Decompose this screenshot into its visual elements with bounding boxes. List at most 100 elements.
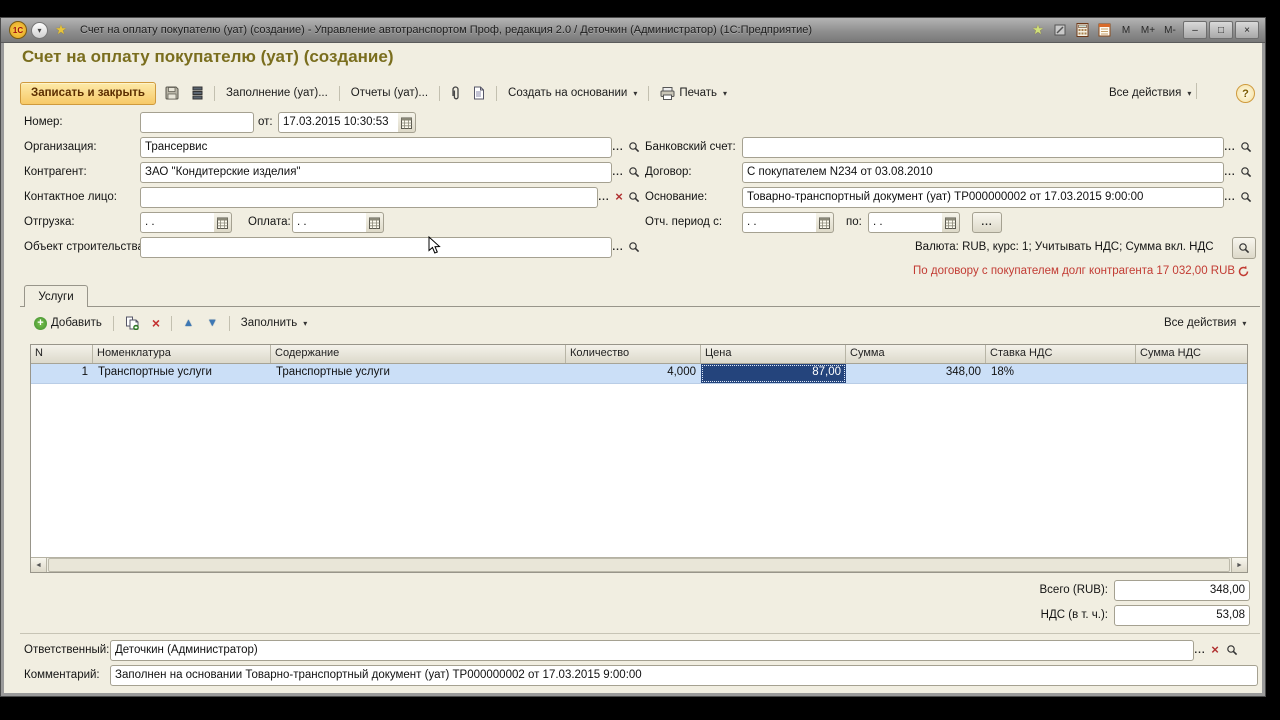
- responsible-input[interactable]: Деточкин (Администратор): [110, 640, 1194, 661]
- date-label: от:: [258, 116, 273, 128]
- add-row-button[interactable]: + Добавить: [30, 313, 106, 333]
- table-row[interactable]: 1 Транспортные услуги Транспортные услуг…: [31, 364, 1247, 384]
- refresh-debt-button[interactable]: [1234, 262, 1252, 280]
- toolbar-separator: [648, 85, 650, 101]
- add-favorite-icon[interactable]: ★: [1029, 21, 1047, 39]
- contact-open-button[interactable]: [626, 189, 642, 205]
- tab-services[interactable]: Услуги: [24, 285, 88, 307]
- move-row-down-button[interactable]: ▼: [203, 313, 222, 333]
- close-button[interactable]: ×: [1235, 21, 1259, 39]
- column-header-price[interactable]: Цена: [701, 345, 846, 363]
- print-button[interactable]: Печать ▾: [656, 83, 731, 103]
- bank-account-input[interactable]: [742, 137, 1224, 158]
- cell-nomenclature[interactable]: Транспортные услуги: [93, 364, 271, 383]
- edit-document-button[interactable]: [469, 83, 489, 103]
- column-header-sum[interactable]: Сумма: [846, 345, 986, 363]
- cell-sum[interactable]: 348,00: [846, 364, 986, 383]
- cell-price-editing[interactable]: 87,00: [701, 364, 846, 383]
- minimize-button[interactable]: –: [1183, 21, 1207, 39]
- fill-uat-button[interactable]: Заполнение (уат)...: [222, 83, 332, 103]
- currency-info-text: Валюта: RUB, курс: 1; Учитывать НДС; Сум…: [915, 241, 1214, 253]
- basis-open-button[interactable]: [1238, 189, 1254, 205]
- column-header-nomenclature[interactable]: Номенклатура: [93, 345, 271, 363]
- contract-select-button[interactable]: ...: [1222, 164, 1238, 180]
- scroll-right-button[interactable]: ►: [1231, 558, 1247, 572]
- contragent-select-button[interactable]: ...: [610, 164, 626, 180]
- copy-row-button[interactable]: [121, 313, 143, 333]
- maximize-button[interactable]: □: [1209, 21, 1233, 39]
- contract-input[interactable]: С покупателем N234 от 03.08.2010: [742, 162, 1224, 183]
- period-more-button[interactable]: ...: [972, 212, 1002, 233]
- period-to-input[interactable]: . .: [868, 212, 944, 233]
- save-button[interactable]: [161, 83, 183, 103]
- save-and-close-button[interactable]: Записать и закрыть: [20, 81, 156, 105]
- column-header-vat-sum[interactable]: Сумма НДС: [1136, 345, 1247, 363]
- cell-vat-sum[interactable]: [1136, 364, 1247, 383]
- system-menu-button[interactable]: ▾: [31, 21, 48, 39]
- basis-select-button[interactable]: ...: [1222, 189, 1238, 205]
- construction-object-input[interactable]: [140, 237, 612, 258]
- date-calendar-button[interactable]: [398, 112, 416, 133]
- bank-open-button[interactable]: [1238, 139, 1254, 155]
- column-header-content[interactable]: Содержание: [271, 345, 566, 363]
- number-label: Номер:: [24, 116, 63, 128]
- organization-input[interactable]: Трансервис: [140, 137, 612, 158]
- command-bar: Записать и закрыть Заполнение (уат)... О…: [20, 81, 731, 105]
- contract-open-button[interactable]: [1238, 164, 1254, 180]
- favorites-star-icon[interactable]: ★: [52, 21, 70, 39]
- cell-n[interactable]: 1: [31, 364, 93, 383]
- responsible-clear-button[interactable]: ×: [1208, 641, 1222, 657]
- calendar-icon[interactable]: [1095, 21, 1113, 39]
- delete-row-button[interactable]: ×: [148, 313, 164, 333]
- column-header-quantity[interactable]: Количество: [566, 345, 701, 363]
- horizontal-scrollbar[interactable]: ◄ ►: [31, 557, 1247, 572]
- window-title: Счет на оплату покупателю (уат) (создани…: [80, 24, 813, 36]
- help-button[interactable]: ?: [1236, 84, 1255, 103]
- date-input[interactable]: 17.03.2015 10:30:53: [278, 112, 400, 133]
- bank-select-button[interactable]: ...: [1222, 139, 1238, 155]
- contragent-input[interactable]: ЗАО "Кондитерские изделия": [140, 162, 612, 183]
- cell-content[interactable]: Транспортные услуги: [271, 364, 566, 383]
- comment-input[interactable]: Заполнен на основании Товарно-транспортн…: [110, 665, 1258, 686]
- scrollbar-thumb[interactable]: [48, 558, 1230, 572]
- basis-input[interactable]: Товарно-транспортный документ (уат) ТР00…: [742, 187, 1224, 208]
- responsible-select-button[interactable]: ...: [1192, 642, 1208, 658]
- cell-vat-rate[interactable]: 18%: [986, 364, 1136, 383]
- currency-settings-button[interactable]: [1232, 237, 1256, 259]
- number-input[interactable]: [140, 112, 254, 133]
- memory-m-minus-button[interactable]: М-: [1161, 21, 1179, 39]
- column-header-vat-rate[interactable]: Ставка НДС: [986, 345, 1136, 363]
- organization-select-button[interactable]: ...: [610, 139, 626, 155]
- period-to-calendar-button[interactable]: [942, 212, 960, 233]
- move-row-up-button[interactable]: ▲: [179, 313, 198, 333]
- organization-open-button[interactable]: [626, 139, 642, 155]
- responsible-open-button[interactable]: [1224, 642, 1240, 658]
- contact-select-button[interactable]: ...: [596, 189, 612, 205]
- reports-uat-button[interactable]: Отчеты (уат)...: [347, 83, 432, 103]
- table-all-actions-button[interactable]: Все действия ▾: [1160, 313, 1250, 333]
- period-from-input[interactable]: . .: [742, 212, 818, 233]
- construction-open-button[interactable]: [626, 239, 642, 255]
- contact-clear-button[interactable]: ×: [612, 188, 626, 204]
- calculator-icon[interactable]: [1073, 21, 1091, 39]
- construction-select-button[interactable]: ...: [610, 239, 626, 255]
- contragent-open-button[interactable]: [626, 164, 642, 180]
- payment-date-input[interactable]: . .: [292, 212, 368, 233]
- link-icon[interactable]: [1051, 21, 1069, 39]
- cell-quantity[interactable]: 4,000: [566, 364, 701, 383]
- all-actions-button[interactable]: Все действия ▾: [1105, 83, 1195, 103]
- period-from-calendar-button[interactable]: [816, 212, 834, 233]
- magnifier-icon: [1240, 141, 1252, 153]
- memory-m-button[interactable]: М: [1117, 21, 1135, 39]
- post-register-button[interactable]: [188, 83, 207, 103]
- fill-table-button[interactable]: Заполнить ▾: [237, 313, 311, 333]
- memory-m-plus-button[interactable]: М+: [1139, 21, 1157, 39]
- shipment-calendar-button[interactable]: [214, 212, 232, 233]
- column-header-n[interactable]: N: [31, 345, 93, 363]
- create-based-on-button[interactable]: Создать на основании ▾: [504, 83, 641, 103]
- scroll-left-button[interactable]: ◄: [31, 558, 47, 572]
- attachments-button[interactable]: [447, 83, 464, 103]
- contact-person-input[interactable]: [140, 187, 598, 208]
- shipment-date-input[interactable]: . .: [140, 212, 216, 233]
- payment-calendar-button[interactable]: [366, 212, 384, 233]
